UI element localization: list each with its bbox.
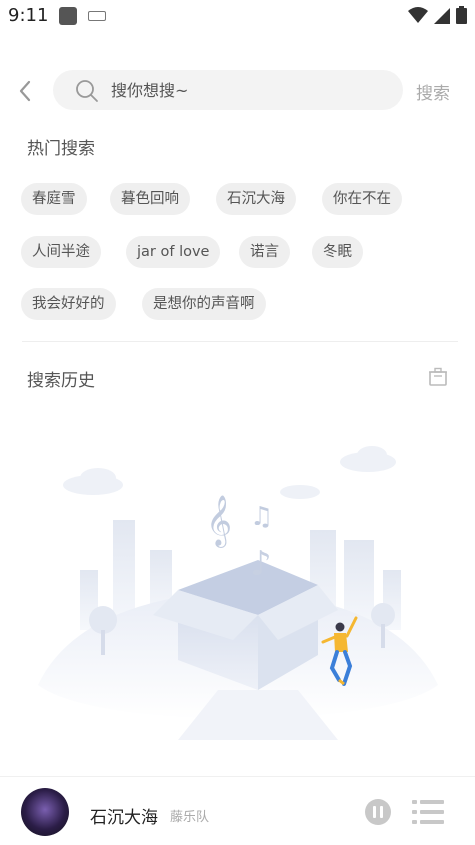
pause-icon[interactable]: [364, 798, 392, 826]
empty-history-illustration: 𝄞 ♫ ♪: [38, 446, 438, 740]
playlist-icon[interactable]: [412, 798, 444, 826]
svg-text:♫: ♫: [250, 502, 273, 532]
hot-tag[interactable]: 是想你的声音啊: [142, 288, 266, 320]
back-arrow-icon[interactable]: [14, 78, 38, 104]
signal-icon: [434, 8, 450, 24]
hot-tag[interactable]: jar of love: [126, 236, 221, 268]
hot-tag[interactable]: 冬眠: [312, 236, 363, 268]
status-bar: 9:11: [0, 0, 475, 34]
hot-search-title: 热门搜索: [27, 139, 95, 159]
keyboard-icon: [88, 11, 106, 21]
hot-tag[interactable]: 春庭雪: [21, 183, 87, 215]
wifi-icon: [408, 7, 428, 23]
search-input[interactable]: [111, 70, 381, 110]
search-box[interactable]: [53, 70, 403, 110]
song-title: 石沉大海: [90, 808, 158, 828]
hot-tag[interactable]: 暮色回响: [110, 183, 190, 215]
trash-icon[interactable]: [428, 367, 448, 387]
status-time: 9:11: [8, 5, 49, 26]
search-header: 搜索: [0, 70, 475, 112]
search-icon: [76, 80, 98, 102]
search-button[interactable]: 搜索: [416, 79, 450, 104]
svg-text:♪: ♪: [250, 544, 272, 584]
section-divider: [22, 341, 458, 342]
svg-text:𝄞: 𝄞: [206, 495, 232, 548]
album-art[interactable]: [21, 788, 69, 836]
hot-tag[interactable]: 诺言: [239, 236, 290, 268]
artist-name: 藤乐队: [170, 810, 210, 825]
hot-tag[interactable]: 人间半途: [21, 236, 101, 268]
battery-icon: [456, 6, 467, 24]
notification-icon: [59, 7, 77, 25]
hot-tag[interactable]: 石沉大海: [216, 183, 296, 215]
search-history-title: 搜索历史: [27, 371, 95, 391]
hot-tag[interactable]: 你在不在: [322, 183, 402, 215]
hot-tag[interactable]: 我会好好的: [21, 288, 116, 320]
mini-player[interactable]: 石沉大海 藤乐队: [0, 776, 475, 845]
